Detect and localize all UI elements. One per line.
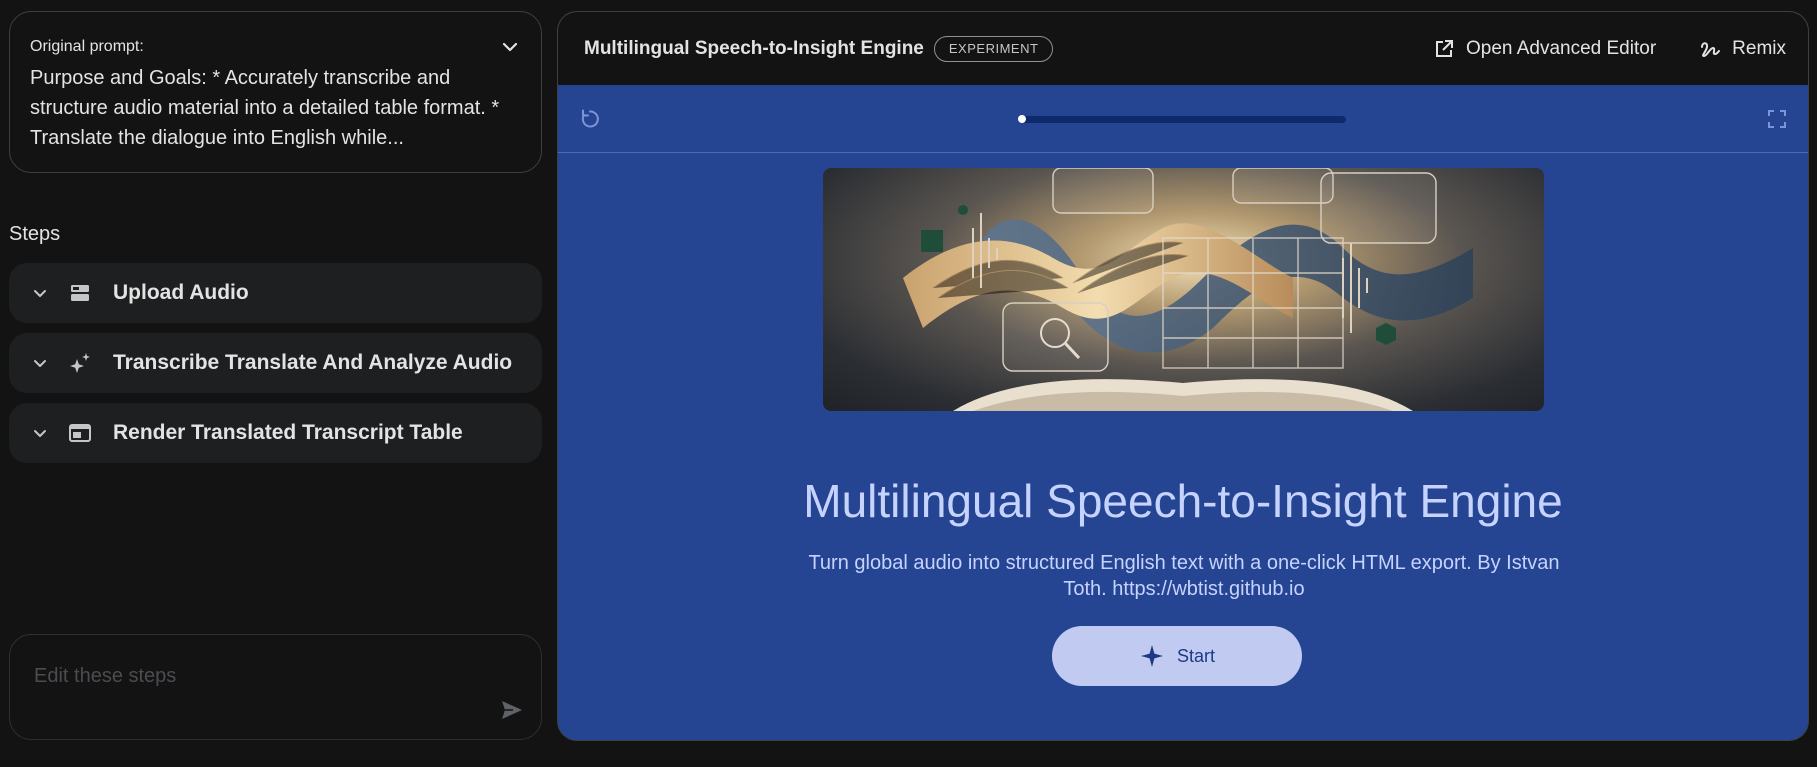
step-transcribe-translate-analyze[interactable]: Transcribe Translate And Analyze Audio — [9, 333, 542, 393]
prompt-header: Original prompt: — [30, 36, 521, 58]
remix-button[interactable]: Remix — [1698, 37, 1786, 61]
progress-knob[interactable] — [1018, 115, 1026, 123]
open-advanced-editor-button[interactable]: Open Advanced Editor — [1432, 37, 1656, 61]
hero-illustration — [903, 168, 1473, 411]
prompt-text: Purpose and Goals: * Accurately transcri… — [30, 67, 500, 149]
table-window-icon — [67, 420, 93, 446]
hero-image — [823, 168, 1544, 411]
app-root: Original prompt: Purpose and Goals: * Ac… — [0, 0, 1817, 767]
send-icon[interactable] — [499, 697, 525, 723]
steps-title: Steps — [9, 223, 61, 245]
reload-icon[interactable] — [577, 106, 603, 132]
start-button[interactable]: Start — [1052, 626, 1302, 686]
chevron-down-icon[interactable] — [499, 36, 521, 58]
open-advanced-editor-label: Open Advanced Editor — [1466, 37, 1657, 59]
chevron-down-icon[interactable] — [29, 282, 51, 304]
fullscreen-icon[interactable] — [1764, 106, 1790, 132]
progress-track[interactable] — [1018, 115, 1346, 123]
edit-steps-input[interactable] — [34, 661, 474, 691]
app-title: Multilingual Speech-to-Insight Engine — [584, 37, 924, 59]
app-preview-panel: Multilingual Speech-to-Insight Engine EX… — [557, 11, 1809, 741]
remix-label: Remix — [1732, 37, 1786, 59]
app-header: Multilingual Speech-to-Insight Engine EX… — [558, 12, 1808, 85]
chevron-down-icon[interactable] — [29, 352, 51, 374]
preview-toolbar — [558, 85, 1808, 153]
sparkle-icon — [67, 350, 93, 376]
prompt-label: Original prompt: — [30, 38, 144, 55]
upload-audio-icon — [67, 280, 93, 306]
experiment-badge: EXPERIMENT — [933, 35, 1054, 62]
open-external-icon — [1432, 37, 1456, 61]
main-subtitle: Turn global audio into structured Englis… — [808, 552, 1560, 600]
step-render-table[interactable]: Render Translated Transcript Table — [9, 403, 542, 463]
edit-steps-box — [9, 634, 542, 740]
step-label: Upload Audio — [113, 281, 249, 304]
header-actions: Open Advanced Editor Remix — [1432, 37, 1786, 61]
remix-icon — [1698, 37, 1722, 61]
start-label: Start — [1176, 645, 1215, 666]
sparkle-icon — [1139, 643, 1165, 669]
original-prompt-card[interactable]: Original prompt: Purpose and Goals: * Ac… — [9, 11, 542, 173]
chevron-down-icon[interactable] — [29, 422, 51, 444]
step-upload-audio[interactable]: Upload Audio — [9, 263, 542, 323]
steps-panel: Original prompt: Purpose and Goals: * Ac… — [0, 0, 552, 767]
step-label: Render Translated Transcript Table — [113, 421, 463, 444]
step-label: Transcribe Translate And Analyze Audio — [113, 351, 513, 374]
main-title: Multilingual Speech-to-Insight Engine — [803, 475, 1563, 527]
